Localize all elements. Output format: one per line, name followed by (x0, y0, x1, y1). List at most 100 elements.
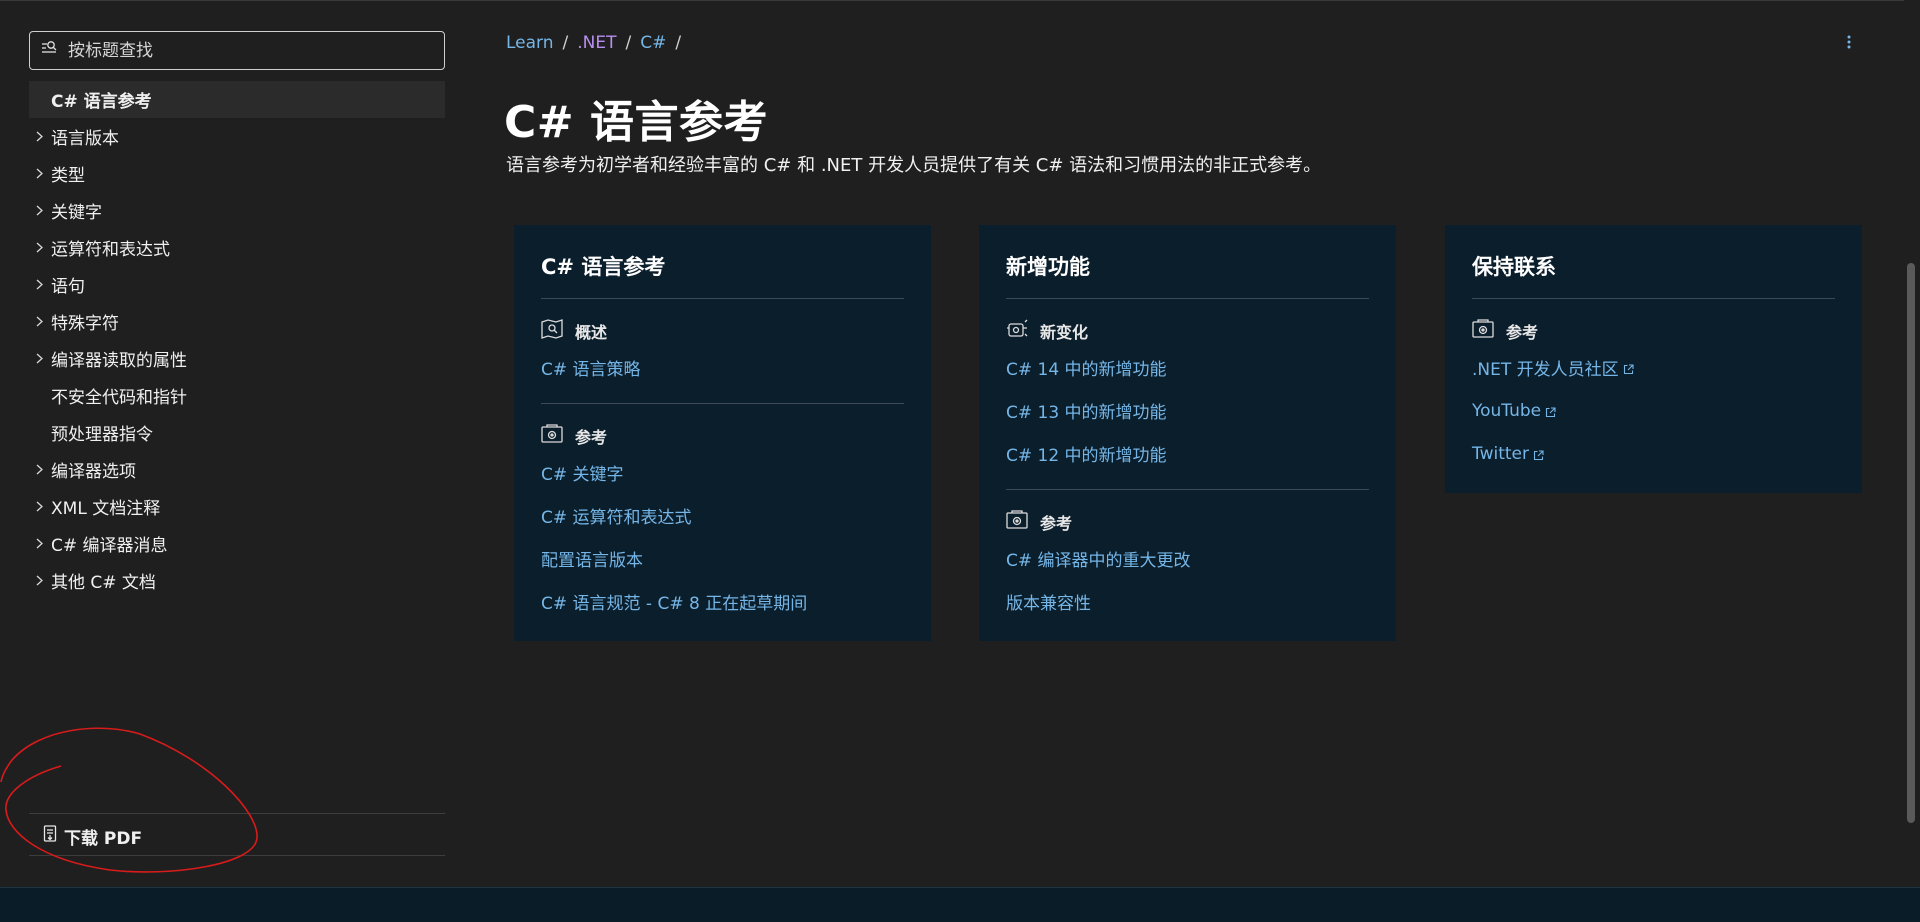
section-heading-label: 概述 (575, 323, 608, 342)
card-link[interactable]: 版本兼容性 (1006, 580, 1369, 623)
whats-new-icon (1006, 319, 1040, 343)
sidebar-item[interactable]: 类型 (29, 155, 445, 192)
chevron-right-icon (29, 316, 49, 327)
overview-icon (541, 319, 575, 343)
chevron-right-icon (29, 242, 49, 253)
card-link-label: YouTube (1472, 400, 1542, 421)
more-options-button[interactable] (1840, 33, 1858, 53)
sidebar-item[interactable]: 编译器读取的属性 (29, 340, 445, 377)
card-link-label: C# 14 中的新增功能 (1006, 360, 1167, 380)
breadcrumb-separator: / (625, 33, 632, 53)
scrollbar-thumb[interactable] (1907, 263, 1915, 823)
sidebar-item-label: 关键字 (51, 203, 102, 223)
link-list: C# 关键字 C# 运算符和表达式 配置语言版本 C# 语言规范 - C# 8 正在起… (541, 451, 904, 623)
sidebar-item[interactable]: XML 文档注释 (29, 488, 445, 525)
download-pdf-button[interactable]: 下载 PDF (43, 823, 142, 849)
card-link-label: C# 12 中的新增功能 (1006, 446, 1167, 466)
sidebar-item[interactable]: C# 语言参考 (29, 81, 445, 118)
page: C# 语言参考语言版本类型关键字运算符和表达式语句特殊字符编译器读取的属性不安全… (0, 0, 1920, 922)
reference-icon (1472, 319, 1506, 343)
card: C# 语言参考概述 C# 语言策略参考 C# 关键字 C# 运算符和表达式 配置语言版本… (514, 225, 931, 641)
card-section-heading: 概述 (541, 319, 904, 343)
card-link[interactable]: 配置语言版本 (541, 537, 904, 580)
footer-bar (0, 887, 1920, 922)
sidebar-item-label: XML 文档注释 (51, 499, 161, 519)
section-heading-label: 参考 (1506, 323, 1539, 342)
section-divider (1006, 489, 1369, 490)
breadcrumb-separator: / (675, 33, 682, 53)
card-padding (1006, 623, 1369, 641)
card-link[interactable]: .NET 开发人员社区 (1472, 346, 1835, 389)
sidebar-item[interactable]: 编译器选项 (29, 451, 445, 488)
sidebar-item[interactable]: 其他 C# 文档 (29, 562, 445, 599)
chevron-right-icon (29, 501, 49, 512)
sidebar-item[interactable]: 运算符和表达式 (29, 229, 445, 266)
breadcrumb-link[interactable]: Learn (506, 33, 554, 53)
filter-input[interactable] (68, 40, 428, 61)
card-link-label: C# 语言规范 - C# 8 正在起草期间 (541, 594, 808, 614)
section-heading-label: 新变化 (1040, 323, 1089, 342)
card-link-label: C# 关键字 (541, 465, 624, 485)
card-section-heading: 新变化 (1006, 319, 1369, 343)
filter-icon (41, 40, 58, 61)
card-section-heading: 参考 (541, 424, 904, 447)
page-description: 语言参考为初学者和经验丰富的 C# 和 .NET 开发人员提供了有关 C# 语法… (506, 155, 1322, 176)
section-heading-label: 参考 (1040, 514, 1073, 533)
card-link[interactable]: C# 14 中的新增功能 (1006, 346, 1369, 389)
external-link-icon (1623, 360, 1634, 375)
card-link[interactable]: C# 语言规范 - C# 8 正在起草期间 (541, 580, 904, 623)
section-heading-label: 参考 (575, 428, 608, 447)
card-title: 保持联系 (1472, 225, 1835, 299)
card-title: 新增功能 (1006, 225, 1369, 299)
card-link-label: C# 编译器中的重大更改 (1006, 551, 1191, 571)
card-link[interactable]: C# 关键字 (541, 451, 904, 494)
pdf-icon (43, 825, 64, 847)
divider (29, 813, 445, 814)
card-title: C# 语言参考 (541, 225, 904, 299)
card-link[interactable]: C# 编译器中的重大更改 (1006, 537, 1369, 580)
card-link[interactable]: C# 运算符和表达式 (541, 494, 904, 537)
section-divider (541, 403, 904, 404)
link-list: .NET 开发人员社区 YouTube Twitter (1472, 346, 1835, 475)
card-link[interactable]: C# 13 中的新增功能 (1006, 389, 1369, 432)
sidebar-item[interactable]: 预处理器指令 (29, 414, 445, 451)
card: 保持联系参考 .NET 开发人员社区 YouTube Twitter (1445, 225, 1862, 493)
card: 新增功能新变化 C# 14 中的新增功能 C# 13 中的新增功能 C# 12 中的新… (979, 225, 1396, 641)
sidebar-item[interactable]: 特殊字符 (29, 303, 445, 340)
chevron-right-icon (29, 538, 49, 549)
card-padding (541, 623, 904, 641)
card-link[interactable]: C# 12 中的新增功能 (1006, 432, 1369, 475)
chevron-right-icon (29, 168, 49, 179)
sidebar-item-label: 不安全代码和指针 (51, 388, 187, 408)
sidebar-item-label: 语句 (51, 277, 85, 297)
card-link[interactable]: YouTube (1472, 389, 1835, 432)
sidebar-item[interactable]: 不安全代码和指针 (29, 377, 445, 414)
breadcrumb-link[interactable]: C# (640, 33, 666, 53)
link-list: C# 编译器中的重大更改 版本兼容性 (1006, 537, 1369, 623)
sidebar-item-label: 特殊字符 (51, 314, 119, 334)
sidebar-item-label: C# 编译器消息 (51, 536, 168, 556)
chevron-right-icon (29, 279, 49, 290)
sidebar-item[interactable]: 语句 (29, 266, 445, 303)
chevron-right-icon (29, 464, 49, 475)
link-list: C# 14 中的新增功能 C# 13 中的新增功能 C# 12 中的新增功能 (1006, 346, 1369, 475)
chevron-right-icon (29, 131, 49, 142)
breadcrumb-link[interactable]: .NET (577, 33, 616, 53)
sidebar-item-label: 其他 C# 文档 (51, 573, 156, 593)
sidebar-item[interactable]: 语言版本 (29, 118, 445, 155)
card-link[interactable]: C# 语言策略 (541, 346, 904, 389)
card-link[interactable]: Twitter (1472, 432, 1835, 475)
chevron-right-icon (29, 575, 49, 586)
card-link-label: 版本兼容性 (1006, 594, 1091, 614)
filter-box[interactable] (29, 31, 445, 70)
card-section-heading: 参考 (1006, 510, 1369, 533)
table-of-contents: C# 语言参考语言版本类型关键字运算符和表达式语句特殊字符编译器读取的属性 不安全… (29, 81, 445, 599)
card-padding (1472, 475, 1835, 493)
sidebar-item[interactable]: 关键字 (29, 192, 445, 229)
sidebar-item-label: C# 语言参考 (51, 92, 152, 112)
card-link-label: .NET 开发人员社区 (1472, 360, 1619, 380)
sidebar-item-label: 类型 (51, 166, 85, 186)
sidebar-item[interactable]: C# 编译器消息 (29, 525, 445, 562)
page-title: C# 语言参考 (504, 97, 768, 148)
sidebar-item-label: 编译器读取的属性 (51, 351, 187, 371)
